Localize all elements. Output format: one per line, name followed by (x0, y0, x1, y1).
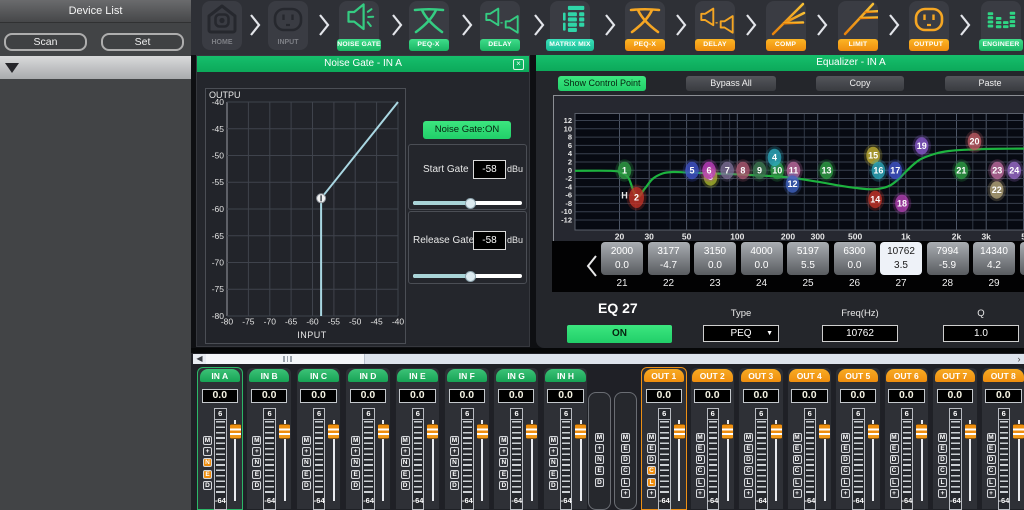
svg-text:2k: 2k (952, 231, 962, 241)
svg-text:-65: -65 (285, 317, 298, 327)
svg-text:-55: -55 (212, 177, 225, 187)
svg-text:50: 50 (682, 231, 692, 241)
svg-text:16: 16 (873, 165, 883, 175)
svg-text:-60: -60 (212, 204, 225, 214)
svg-text:-45: -45 (370, 317, 383, 327)
svg-text:4: 4 (772, 152, 777, 162)
svg-text:22: 22 (992, 185, 1002, 195)
svg-text:-80: -80 (221, 317, 234, 327)
svg-text:INPUT: INPUT (297, 330, 327, 340)
svg-text:100: 100 (730, 231, 744, 241)
svg-text:-50: -50 (349, 317, 362, 327)
svg-text:-45: -45 (212, 124, 225, 134)
svg-text:300: 300 (811, 231, 825, 241)
svg-text:2: 2 (634, 192, 639, 202)
svg-text:-50: -50 (212, 151, 225, 161)
svg-text:6: 6 (706, 165, 711, 175)
svg-text:-75: -75 (242, 317, 255, 327)
svg-text:17: 17 (890, 165, 900, 175)
svg-text:24: 24 (1009, 165, 1019, 175)
svg-text:19: 19 (917, 140, 927, 150)
svg-text:H: H (621, 190, 628, 200)
svg-text:8: 8 (740, 165, 745, 175)
svg-text:12: 12 (787, 179, 797, 189)
svg-text:21: 21 (956, 165, 966, 175)
svg-text:20: 20 (615, 231, 625, 241)
svg-text:18: 18 (897, 198, 907, 208)
svg-text:-70: -70 (212, 258, 225, 268)
svg-text:500: 500 (848, 231, 862, 241)
svg-text:15: 15 (868, 150, 878, 160)
svg-text:-60: -60 (306, 317, 319, 327)
svg-text:23: 23 (992, 165, 1002, 175)
svg-text:-65: -65 (212, 231, 225, 241)
svg-text:20: 20 (969, 136, 979, 146)
svg-text:1k: 1k (901, 231, 911, 241)
svg-text:13: 13 (821, 165, 831, 175)
svg-text:-70: -70 (264, 317, 277, 327)
svg-text:200: 200 (781, 231, 795, 241)
svg-text:1: 1 (622, 165, 627, 175)
svg-text:-75: -75 (212, 284, 225, 294)
svg-text:3k: 3k (981, 231, 991, 241)
svg-text:-12: -12 (561, 215, 572, 224)
svg-text:30: 30 (644, 231, 654, 241)
svg-text:-40: -40 (212, 97, 225, 107)
svg-text:9: 9 (757, 165, 762, 175)
svg-text:-55: -55 (328, 317, 341, 327)
svg-text:-40: -40 (392, 317, 405, 327)
svg-text:5: 5 (689, 165, 694, 175)
svg-text:7: 7 (725, 165, 730, 175)
svg-text:14: 14 (870, 194, 880, 204)
